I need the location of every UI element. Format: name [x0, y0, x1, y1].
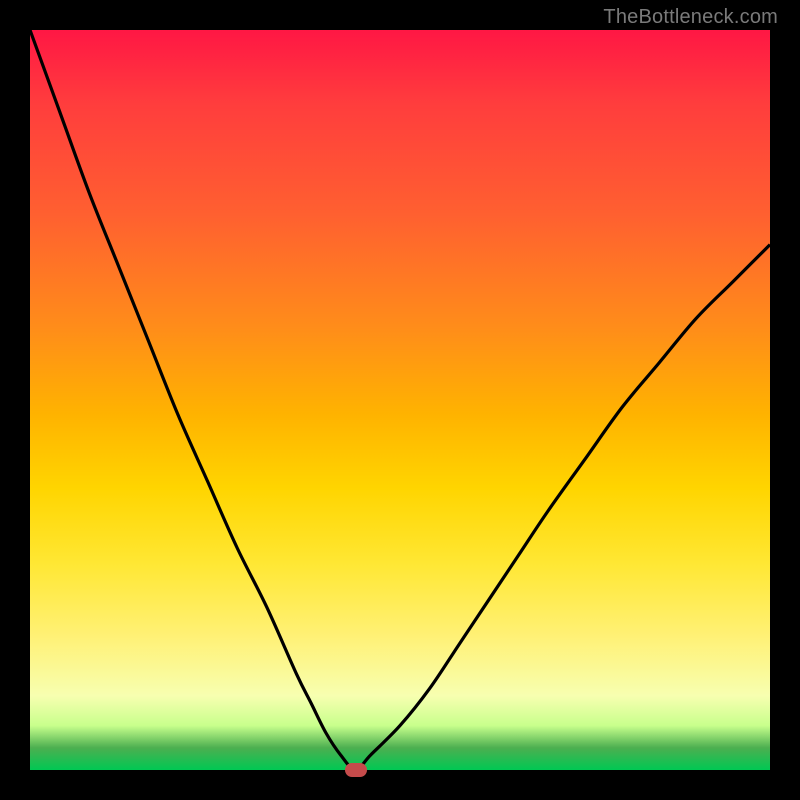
watermark-label: TheBottleneck.com [603, 6, 778, 29]
curve-path [30, 30, 770, 770]
chart-plot-area [30, 30, 770, 770]
bottleneck-curve [30, 30, 770, 770]
chart-frame: TheBottleneck.com [0, 0, 800, 800]
optimal-point-marker [345, 763, 367, 777]
